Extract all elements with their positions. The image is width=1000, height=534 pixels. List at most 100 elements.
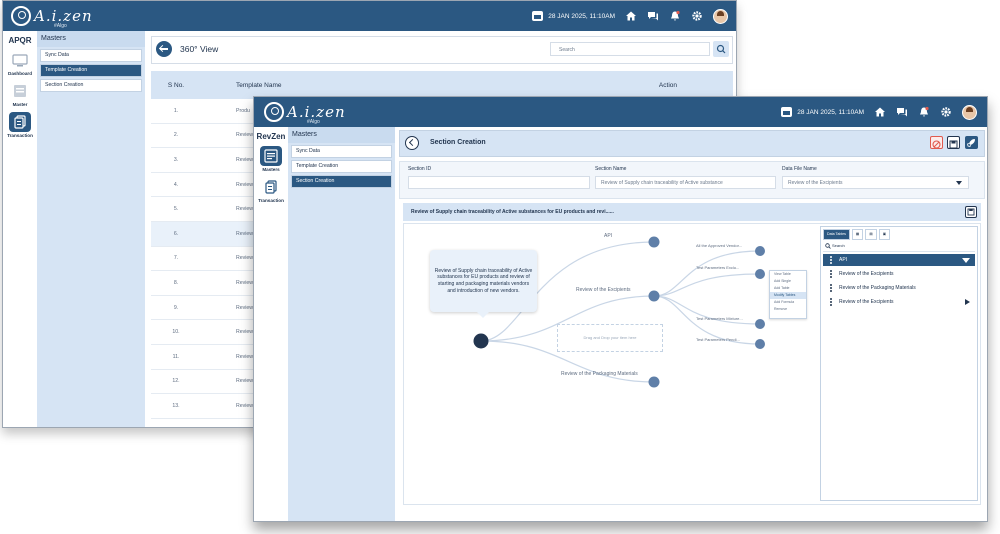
subnav-item-template-creation[interactable]: Template Creation bbox=[291, 160, 392, 173]
rail-item-transaction[interactable]: Transaction bbox=[258, 177, 284, 203]
subnav-item-sync-data[interactable]: Sync Data bbox=[291, 145, 392, 158]
section-id-label: Section ID bbox=[408, 166, 432, 172]
settings-gear-icon[interactable] bbox=[691, 10, 703, 22]
panel-item-packaging[interactable]: Review of the Packaging Materials bbox=[823, 282, 975, 294]
rail-item-masters[interactable]: Masters bbox=[260, 146, 282, 172]
brand-logo: A.i.zen #Algo bbox=[264, 100, 346, 125]
panel-item-excipients[interactable]: Review of the Excipients bbox=[823, 268, 975, 280]
section-name-input[interactable]: Review of Supply chain traceability of A… bbox=[595, 176, 776, 189]
calendar-icon bbox=[781, 107, 793, 117]
block-icon bbox=[932, 140, 941, 149]
chat-icon[interactable] bbox=[647, 10, 659, 22]
menu-item-add-formula[interactable]: Add Formula bbox=[770, 299, 806, 306]
logo-mark-icon bbox=[11, 6, 31, 26]
leaf-label: Test Parameters Exclu... bbox=[696, 265, 740, 270]
data-tables-panel: Data Tables ▦ ▤ ▣ Search API Review of t… bbox=[820, 226, 978, 501]
row-number: 4. bbox=[173, 181, 179, 188]
panel-item-label: API bbox=[839, 257, 848, 263]
chevron-down-icon bbox=[956, 181, 962, 185]
branch-node-packaging[interactable] bbox=[648, 376, 660, 388]
panel-tabs: Data Tables ▦ ▤ ▣ bbox=[823, 229, 891, 240]
notification-bell-icon[interactable] bbox=[669, 10, 681, 22]
leaf-node[interactable] bbox=[755, 319, 765, 329]
home-icon[interactable] bbox=[874, 106, 886, 118]
leaf-node[interactable] bbox=[755, 339, 765, 349]
drag-handle-icon bbox=[830, 284, 832, 292]
drag-handle-icon bbox=[830, 256, 832, 264]
description-save-button[interactable] bbox=[965, 206, 977, 218]
top-bar: A.i.zen #Algo 28 JAN 2025, 11:10AM bbox=[254, 97, 987, 127]
branch-node-excipients[interactable] bbox=[648, 290, 660, 302]
search-input[interactable]: Search bbox=[550, 42, 710, 56]
menu-item-view-table[interactable]: View Table bbox=[770, 271, 806, 278]
branch-label-api: API bbox=[604, 233, 613, 239]
root-node-tooltip: Review of Supply chain traceability of A… bbox=[430, 250, 537, 318]
row-number: 3. bbox=[173, 156, 179, 163]
rail-item-label: Dashboard bbox=[8, 71, 32, 76]
row-number: 7. bbox=[173, 255, 179, 262]
tab-image-icon[interactable]: ▣ bbox=[878, 229, 891, 240]
tab-table-icon[interactable]: ▦ bbox=[851, 229, 864, 240]
panel-item-excipients-2[interactable]: Review of the Excipients bbox=[823, 296, 975, 308]
mindmap-canvas[interactable]: Review of Supply chain traceability of A… bbox=[403, 223, 981, 505]
back-arrow-icon[interactable] bbox=[156, 41, 172, 57]
calendar-icon bbox=[532, 11, 544, 21]
user-avatar[interactable] bbox=[713, 8, 728, 24]
menu-item-add-single[interactable]: Add Single bbox=[770, 278, 806, 285]
row-number: 2. bbox=[173, 132, 179, 139]
date-time: 28 JAN 2025, 11:10AM bbox=[548, 12, 615, 20]
back-arrow-icon[interactable] bbox=[405, 136, 419, 150]
rail-item-transaction[interactable]: Transaction bbox=[7, 112, 33, 138]
menu-item-remove[interactable]: Remove bbox=[770, 306, 806, 313]
subnav-heading: Masters bbox=[288, 127, 395, 143]
search-icon bbox=[825, 243, 831, 249]
leaf-node[interactable] bbox=[755, 269, 765, 279]
branch-node-api[interactable] bbox=[648, 236, 660, 248]
section-name-group: Section Name Review of Supply chain trac… bbox=[595, 166, 776, 189]
transaction-icon bbox=[8, 112, 31, 132]
tab-data-tables[interactable]: Data Tables bbox=[823, 229, 850, 240]
save-button[interactable] bbox=[947, 136, 960, 149]
leaf-node[interactable] bbox=[755, 246, 765, 256]
main-content: Section Creation Section ID Section Name… bbox=[399, 127, 987, 521]
panel-search[interactable]: Search bbox=[823, 241, 975, 252]
subnav-item-template-creation[interactable]: Template Creation bbox=[40, 64, 142, 77]
view-header: 360° View Search bbox=[151, 36, 733, 64]
menu-item-modify-tables[interactable]: Modify Tables bbox=[770, 292, 806, 299]
subnav-item-section-creation[interactable]: Section Creation bbox=[40, 79, 142, 92]
drag-handle-icon bbox=[830, 298, 832, 306]
page-title: Section Creation bbox=[430, 139, 486, 146]
panel-item-api[interactable]: API bbox=[823, 254, 975, 266]
subnav-item-section-creation[interactable]: Section Creation bbox=[291, 175, 392, 188]
logo-subtext: #Algo bbox=[54, 23, 67, 29]
section-form: Section ID Section Name Review of Supply… bbox=[399, 161, 985, 199]
subnav-item-sync-data[interactable]: Sync Data bbox=[40, 49, 142, 62]
subnav-heading: Masters bbox=[37, 31, 145, 47]
drop-zone[interactable]: Drag and Drop your item here bbox=[557, 324, 663, 352]
section-id-input[interactable] bbox=[408, 176, 590, 189]
rail-item-dashboard[interactable]: Dashboard bbox=[8, 50, 32, 76]
home-icon[interactable] bbox=[625, 10, 637, 22]
section-header: Section Creation bbox=[399, 130, 985, 157]
publish-button[interactable] bbox=[965, 136, 978, 149]
panel-search-label: Search bbox=[832, 243, 845, 248]
data-file-group: Data File Name Review of the Excipients bbox=[782, 166, 969, 189]
menu-item-add-table[interactable]: Add Table bbox=[770, 285, 806, 292]
chat-icon[interactable] bbox=[896, 106, 908, 118]
root-node[interactable] bbox=[473, 333, 489, 349]
rocket-icon bbox=[967, 139, 975, 147]
search-button[interactable] bbox=[713, 41, 729, 57]
settings-gear-icon[interactable] bbox=[940, 106, 952, 118]
header-action: Action bbox=[658, 81, 677, 89]
transaction-icon bbox=[260, 177, 282, 197]
user-avatar[interactable] bbox=[962, 104, 977, 120]
header-template-name: Template Name bbox=[236, 81, 282, 89]
notification-bell-icon[interactable] bbox=[918, 106, 930, 118]
rail-item-master[interactable]: Master bbox=[9, 81, 31, 107]
floppy-save-icon bbox=[949, 140, 958, 149]
rail-brand: APQR bbox=[8, 36, 32, 45]
cancel-button[interactable] bbox=[930, 136, 943, 149]
header-sno: S No. bbox=[167, 81, 185, 89]
data-file-select[interactable]: Review of the Excipients bbox=[782, 176, 969, 189]
tab-chart-icon[interactable]: ▤ bbox=[865, 229, 877, 240]
